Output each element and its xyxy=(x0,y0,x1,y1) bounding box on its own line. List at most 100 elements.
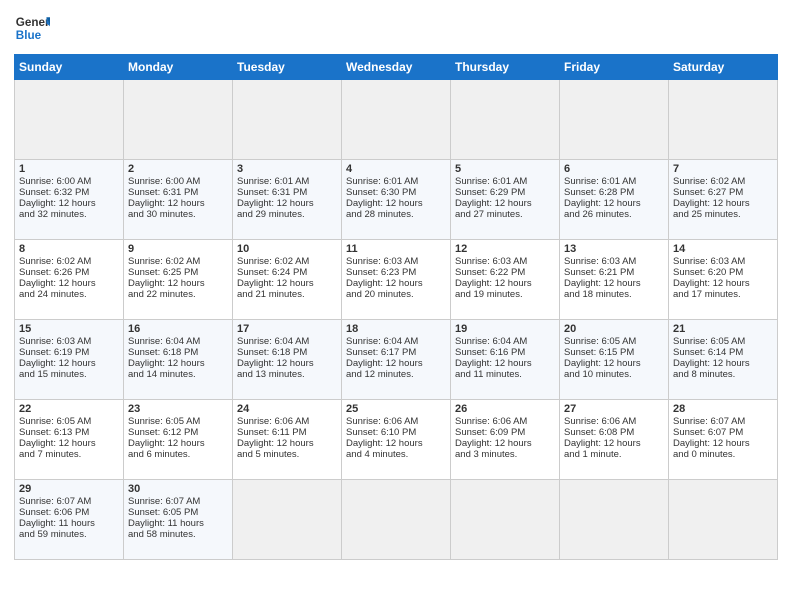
daylight-label: Daylight: 12 hours xyxy=(564,358,641,369)
calendar-cell: 7 Sunrise: 6:02 AM Sunset: 6:27 PM Dayli… xyxy=(669,160,778,240)
daylight-label: Daylight: 12 hours xyxy=(19,438,96,449)
daylight-label: Daylight: 12 hours xyxy=(237,198,314,209)
sunset-label: Sunset: 6:28 PM xyxy=(564,187,634,198)
sunrise-label: Sunrise: 6:02 AM xyxy=(128,256,200,267)
daylight-mins: and 13 minutes. xyxy=(237,369,305,380)
daylight-mins: and 26 minutes. xyxy=(564,209,632,220)
sunset-label: Sunset: 6:22 PM xyxy=(455,267,525,278)
day-number: 29 xyxy=(19,483,119,495)
sunset-label: Sunset: 6:19 PM xyxy=(19,347,89,358)
daylight-label: Daylight: 12 hours xyxy=(237,438,314,449)
calendar-cell xyxy=(233,480,342,560)
calendar-week-0 xyxy=(15,80,778,160)
sunrise-label: Sunrise: 6:01 AM xyxy=(564,176,636,187)
daylight-mins: and 15 minutes. xyxy=(19,369,87,380)
calendar-cell: 30 Sunrise: 6:07 AM Sunset: 6:05 PM Dayl… xyxy=(124,480,233,560)
calendar-cell: 28 Sunrise: 6:07 AM Sunset: 6:07 PM Dayl… xyxy=(669,400,778,480)
calendar-cell xyxy=(560,480,669,560)
day-number: 8 xyxy=(19,243,119,255)
calendar-cell xyxy=(342,80,451,160)
sunrise-label: Sunrise: 6:05 AM xyxy=(673,336,745,347)
sunrise-label: Sunrise: 6:02 AM xyxy=(19,256,91,267)
daylight-mins: and 4 minutes. xyxy=(346,449,408,460)
sunrise-label: Sunrise: 6:06 AM xyxy=(455,416,527,427)
sunset-label: Sunset: 6:31 PM xyxy=(237,187,307,198)
day-number: 18 xyxy=(346,323,446,335)
sunset-label: Sunset: 6:27 PM xyxy=(673,187,743,198)
calendar-cell: 26 Sunrise: 6:06 AM Sunset: 6:09 PM Dayl… xyxy=(451,400,560,480)
sunset-label: Sunset: 6:12 PM xyxy=(128,427,198,438)
day-number: 11 xyxy=(346,243,446,255)
calendar-cell: 12 Sunrise: 6:03 AM Sunset: 6:22 PM Dayl… xyxy=(451,240,560,320)
daylight-mins: and 8 minutes. xyxy=(673,369,735,380)
daylight-label: Daylight: 11 hours xyxy=(19,518,95,529)
daylight-mins: and 12 minutes. xyxy=(346,369,414,380)
daylight-label: Daylight: 12 hours xyxy=(346,358,423,369)
logo: General Blue xyxy=(14,10,50,46)
calendar-cell: 24 Sunrise: 6:06 AM Sunset: 6:11 PM Dayl… xyxy=(233,400,342,480)
daylight-mins: and 10 minutes. xyxy=(564,369,632,380)
calendar-cell: 5 Sunrise: 6:01 AM Sunset: 6:29 PM Dayli… xyxy=(451,160,560,240)
sunrise-label: Sunrise: 6:03 AM xyxy=(673,256,745,267)
calendar-week-3: 15 Sunrise: 6:03 AM Sunset: 6:19 PM Dayl… xyxy=(15,320,778,400)
day-number: 14 xyxy=(673,243,773,255)
sunset-label: Sunset: 6:05 PM xyxy=(128,507,198,518)
sunset-label: Sunset: 6:11 PM xyxy=(237,427,307,438)
day-header-saturday: Saturday xyxy=(669,55,778,80)
calendar-cell: 14 Sunrise: 6:03 AM Sunset: 6:20 PM Dayl… xyxy=(669,240,778,320)
sunrise-label: Sunrise: 6:01 AM xyxy=(237,176,309,187)
daylight-label: Daylight: 12 hours xyxy=(128,438,205,449)
daylight-label: Daylight: 12 hours xyxy=(564,198,641,209)
sunset-label: Sunset: 6:13 PM xyxy=(19,427,89,438)
sunrise-label: Sunrise: 6:04 AM xyxy=(237,336,309,347)
day-number: 10 xyxy=(237,243,337,255)
daylight-label: Daylight: 12 hours xyxy=(673,358,750,369)
day-number: 9 xyxy=(128,243,228,255)
daylight-label: Daylight: 12 hours xyxy=(673,278,750,289)
calendar-cell: 10 Sunrise: 6:02 AM Sunset: 6:24 PM Dayl… xyxy=(233,240,342,320)
day-number: 30 xyxy=(128,483,228,495)
sunset-label: Sunset: 6:10 PM xyxy=(346,427,416,438)
calendar-cell: 21 Sunrise: 6:05 AM Sunset: 6:14 PM Dayl… xyxy=(669,320,778,400)
day-number: 28 xyxy=(673,403,773,415)
sunrise-label: Sunrise: 6:00 AM xyxy=(128,176,200,187)
daylight-mins: and 29 minutes. xyxy=(237,209,305,220)
day-number: 16 xyxy=(128,323,228,335)
calendar-cell: 29 Sunrise: 6:07 AM Sunset: 6:06 PM Dayl… xyxy=(15,480,124,560)
sunset-label: Sunset: 6:21 PM xyxy=(564,267,634,278)
page-header: General Blue xyxy=(14,10,778,46)
daylight-mins: and 1 minute. xyxy=(564,449,622,460)
day-number: 7 xyxy=(673,163,773,175)
calendar-cell: 23 Sunrise: 6:05 AM Sunset: 6:12 PM Dayl… xyxy=(124,400,233,480)
sunset-label: Sunset: 6:08 PM xyxy=(564,427,634,438)
day-number: 2 xyxy=(128,163,228,175)
sunrise-label: Sunrise: 6:05 AM xyxy=(564,336,636,347)
daylight-label: Daylight: 12 hours xyxy=(346,278,423,289)
daylight-label: Daylight: 12 hours xyxy=(19,198,96,209)
daylight-mins: and 18 minutes. xyxy=(564,289,632,300)
sunrise-label: Sunrise: 6:02 AM xyxy=(237,256,309,267)
calendar-header-row: SundayMondayTuesdayWednesdayThursdayFrid… xyxy=(15,55,778,80)
day-header-tuesday: Tuesday xyxy=(233,55,342,80)
daylight-label: Daylight: 12 hours xyxy=(346,438,423,449)
day-header-friday: Friday xyxy=(560,55,669,80)
daylight-mins: and 20 minutes. xyxy=(346,289,414,300)
daylight-mins: and 19 minutes. xyxy=(455,289,523,300)
calendar-week-4: 22 Sunrise: 6:05 AM Sunset: 6:13 PM Dayl… xyxy=(15,400,778,480)
daylight-mins: and 14 minutes. xyxy=(128,369,196,380)
day-number: 20 xyxy=(564,323,664,335)
day-number: 24 xyxy=(237,403,337,415)
daylight-label: Daylight: 12 hours xyxy=(19,358,96,369)
calendar-cell: 27 Sunrise: 6:06 AM Sunset: 6:08 PM Dayl… xyxy=(560,400,669,480)
daylight-mins: and 11 minutes. xyxy=(455,369,522,380)
calendar-week-1: 1 Sunrise: 6:00 AM Sunset: 6:32 PM Dayli… xyxy=(15,160,778,240)
daylight-label: Daylight: 12 hours xyxy=(455,438,532,449)
calendar-cell xyxy=(15,80,124,160)
daylight-label: Daylight: 12 hours xyxy=(673,438,750,449)
day-number: 15 xyxy=(19,323,119,335)
calendar-cell xyxy=(669,480,778,560)
sunrise-label: Sunrise: 6:03 AM xyxy=(455,256,527,267)
sunrise-label: Sunrise: 6:01 AM xyxy=(455,176,527,187)
svg-text:Blue: Blue xyxy=(16,29,42,42)
sunset-label: Sunset: 6:20 PM xyxy=(673,267,743,278)
